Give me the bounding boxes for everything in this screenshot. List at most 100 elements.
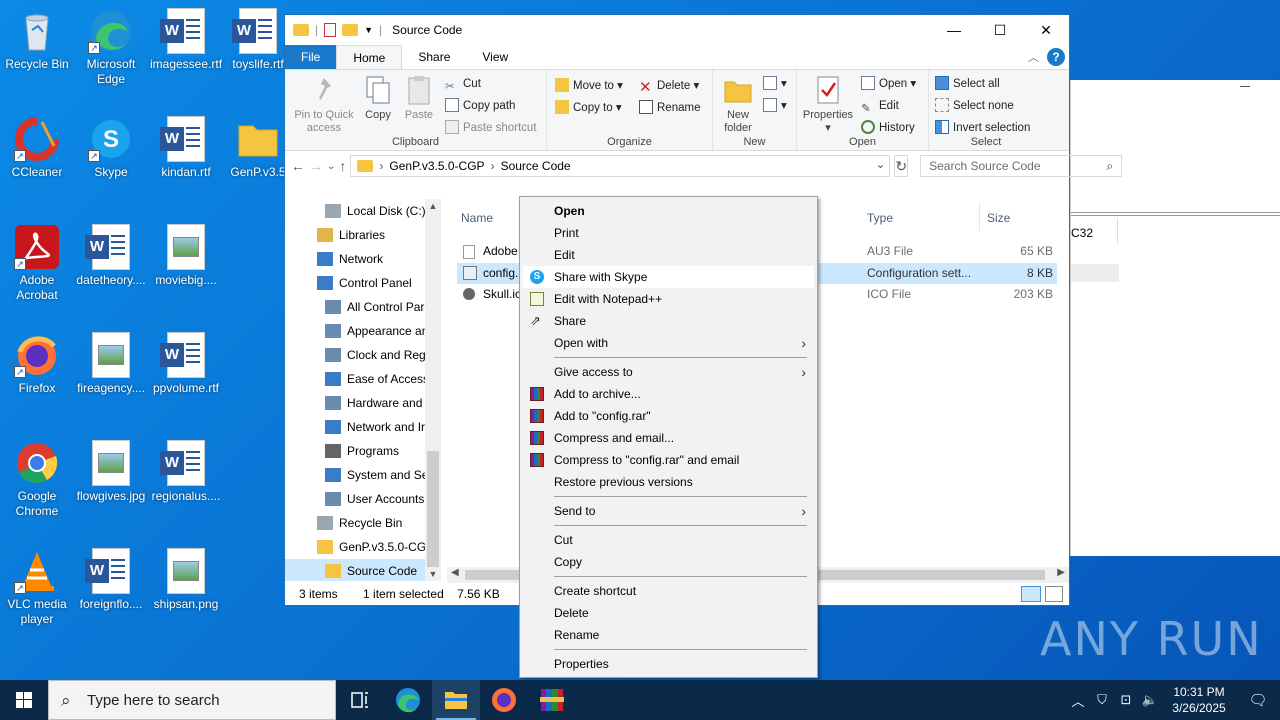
tab-file[interactable]: File xyxy=(285,45,337,69)
taskbar-search-input[interactable]: ⌕ Type here to search xyxy=(48,680,336,720)
column-header-size[interactable]: Size xyxy=(987,211,1010,225)
start-button[interactable] xyxy=(0,680,48,720)
desktop-icon-file[interactable]: fireagency.... xyxy=(75,332,147,396)
new-folder-icon[interactable] xyxy=(342,24,359,36)
desktop-icon-vlc[interactable]: ↗ VLC media player xyxy=(1,548,73,627)
nav-item[interactable]: Hardware and xyxy=(285,391,441,415)
select-none-button[interactable]: Select none xyxy=(935,96,1014,116)
desktop-icon-skype[interactable]: S ↗ Skype xyxy=(75,116,147,180)
up-button[interactable]: ↑ xyxy=(339,158,346,174)
details-view-icon[interactable] xyxy=(1021,586,1041,602)
desktop-icon-file[interactable]: flowgives.jpg xyxy=(75,440,147,504)
menu-item-add-to-archive[interactable]: Add to archive... xyxy=(523,383,814,405)
nav-item[interactable]: Local Disk (C:) xyxy=(285,199,441,223)
taskbar-firefox[interactable] xyxy=(480,680,528,720)
nav-scrollbar[interactable]: ▲ ▼ xyxy=(425,199,441,581)
nav-item[interactable]: Clock and Regi xyxy=(285,343,441,367)
help-icon[interactable]: ? xyxy=(1047,48,1065,66)
menu-item-open-with[interactable]: Open with › xyxy=(523,332,814,354)
column-header-name[interactable]: Name xyxy=(461,211,493,225)
menu-item-edit-with-notepad[interactable]: Edit with Notepad++ xyxy=(523,288,814,310)
large-icons-view-icon[interactable] xyxy=(1045,586,1063,602)
desktop-icon-file[interactable]: W datetheory.... xyxy=(75,224,147,288)
nav-item[interactable]: GenP.v3.5.0-CGP xyxy=(285,535,441,559)
paste-shortcut-button[interactable]: Paste shortcut xyxy=(445,118,537,138)
menu-item-restore-previous-versions[interactable]: Restore previous versions xyxy=(523,471,814,493)
nav-item[interactable]: Libraries xyxy=(285,223,441,247)
menu-item-add-to-config-rar[interactable]: Add to "config.rar" xyxy=(523,405,814,427)
copy-path-button[interactable]: Copy path xyxy=(445,96,515,116)
properties-check-icon[interactable] xyxy=(324,23,337,37)
minimize-icon[interactable] xyxy=(1240,86,1250,87)
clock[interactable]: 10:31 PM 3/26/2025 xyxy=(1162,684,1236,716)
scroll-left-icon[interactable]: ◀ xyxy=(451,567,459,578)
nav-item[interactable]: Control Panel xyxy=(285,271,441,295)
desktop-icon-firefox[interactable]: ↗ Firefox xyxy=(1,332,73,396)
menu-item-open[interactable]: Open xyxy=(523,200,814,222)
maximize-button[interactable]: ☐ xyxy=(977,15,1023,45)
nav-item[interactable]: All Control Par xyxy=(285,295,441,319)
security-icon[interactable]: ⛉ xyxy=(1090,692,1114,708)
pin-quick-access-button[interactable]: Pin to Quick access xyxy=(289,74,359,135)
menu-item-compress-to-config-rar-email[interactable]: Compress to "config.rar" and email xyxy=(523,449,814,471)
volume-icon[interactable]: 🔈 xyxy=(1138,692,1162,708)
address-dropdown-icon[interactable]: ⌄ xyxy=(875,157,885,171)
new-folder-button[interactable]: New folder xyxy=(717,74,759,135)
address-bar[interactable]: › GenP.v3.5.0-CGP › Source Code ⌄ xyxy=(350,155,891,177)
menu-item-share[interactable]: ⇗ Share xyxy=(523,310,814,332)
nav-item[interactable]: Network and Ir xyxy=(285,415,441,439)
nav-item[interactable]: Programs xyxy=(285,439,441,463)
copy-button[interactable]: Copy xyxy=(359,74,397,122)
properties-button[interactable]: Properties ▾ xyxy=(799,74,857,135)
tab-share[interactable]: Share xyxy=(402,45,466,69)
tab-home[interactable]: Home xyxy=(336,45,403,69)
close-button[interactable]: ✕ xyxy=(1023,15,1069,45)
taskbar-file-explorer[interactable] xyxy=(432,680,480,720)
desktop-icon-recycle-bin[interactable]: Recycle Bin xyxy=(1,8,73,72)
search-input[interactable]: Search Source Code ⌕ xyxy=(920,155,1123,177)
desktop-icon-file[interactable]: W imagessee.rtf xyxy=(150,8,222,72)
desktop-icon-file[interactable]: W ppvolume.rtf xyxy=(150,332,222,396)
nav-item[interactable]: Network xyxy=(285,247,441,271)
network-icon[interactable]: ⊡ xyxy=(1114,692,1138,708)
refresh-button[interactable]: ↻ xyxy=(894,155,909,177)
nav-item[interactable]: Source Code xyxy=(285,559,441,581)
desktop-icon-google-chrome[interactable]: Google Chrome xyxy=(1,440,73,519)
invert-selection-button[interactable]: Invert selection xyxy=(935,118,1030,138)
nav-item[interactable]: Ease of Access xyxy=(285,367,441,391)
tab-view[interactable]: View xyxy=(466,45,524,69)
desktop-icon-file[interactable]: W foreignflo.... xyxy=(75,548,147,612)
menu-item-create-shortcut[interactable]: Create shortcut xyxy=(523,580,814,602)
scroll-thumb[interactable] xyxy=(427,451,439,567)
desktop-icon-ccleaner[interactable]: ↗ CCleaner xyxy=(1,116,73,180)
nav-item[interactable]: System and Sec xyxy=(285,463,441,487)
menu-item-compress-and-email[interactable]: Compress and email... xyxy=(523,427,814,449)
recent-locations-icon[interactable]: ⌄ xyxy=(327,161,335,172)
taskbar-edge[interactable] xyxy=(384,680,432,720)
menu-item-send-to[interactable]: Send to › xyxy=(523,500,814,522)
nav-item[interactable]: Recycle Bin xyxy=(285,511,441,535)
menu-item-delete[interactable]: Delete xyxy=(523,602,814,624)
desktop-icon-file[interactable]: moviebig.... xyxy=(150,224,222,288)
back-button[interactable]: ← xyxy=(291,158,305,174)
history-button[interactable]: History xyxy=(861,118,915,138)
edit-button[interactable]: ✎ Edit xyxy=(861,96,899,116)
background-window[interactable]: C32 xyxy=(1070,80,1280,556)
menu-item-give-access-to[interactable]: Give access to › xyxy=(523,361,814,383)
move-to-button[interactable]: Move to ▾ xyxy=(555,76,623,96)
desktop-icon-file[interactable]: shipsan.png xyxy=(150,548,222,612)
desktop-icon-file[interactable]: W regionalus.... xyxy=(150,440,222,504)
collapse-ribbon-icon[interactable]: ︿ xyxy=(1028,49,1039,65)
menu-item-copy[interactable]: Copy xyxy=(523,551,814,573)
desktop-icon-file[interactable]: W kindan.rtf xyxy=(150,116,222,180)
menu-item-properties[interactable]: Properties xyxy=(523,653,814,675)
breadcrumb-item[interactable]: Source Code xyxy=(501,159,571,173)
menu-item-cut[interactable]: Cut xyxy=(523,529,814,551)
menu-item-print[interactable]: Print xyxy=(523,222,814,244)
copy-to-button[interactable]: Copy to ▾ xyxy=(555,98,622,118)
customize-dropdown-icon[interactable]: ▼ xyxy=(364,25,373,35)
show-hidden-icons-icon[interactable]: ︿ xyxy=(1066,691,1090,710)
forward-button[interactable]: → xyxy=(309,158,323,174)
nav-item[interactable]: User Accounts xyxy=(285,487,441,511)
title-bar[interactable]: | ▼ | Source Code — ☐ ✕ xyxy=(285,15,1069,45)
